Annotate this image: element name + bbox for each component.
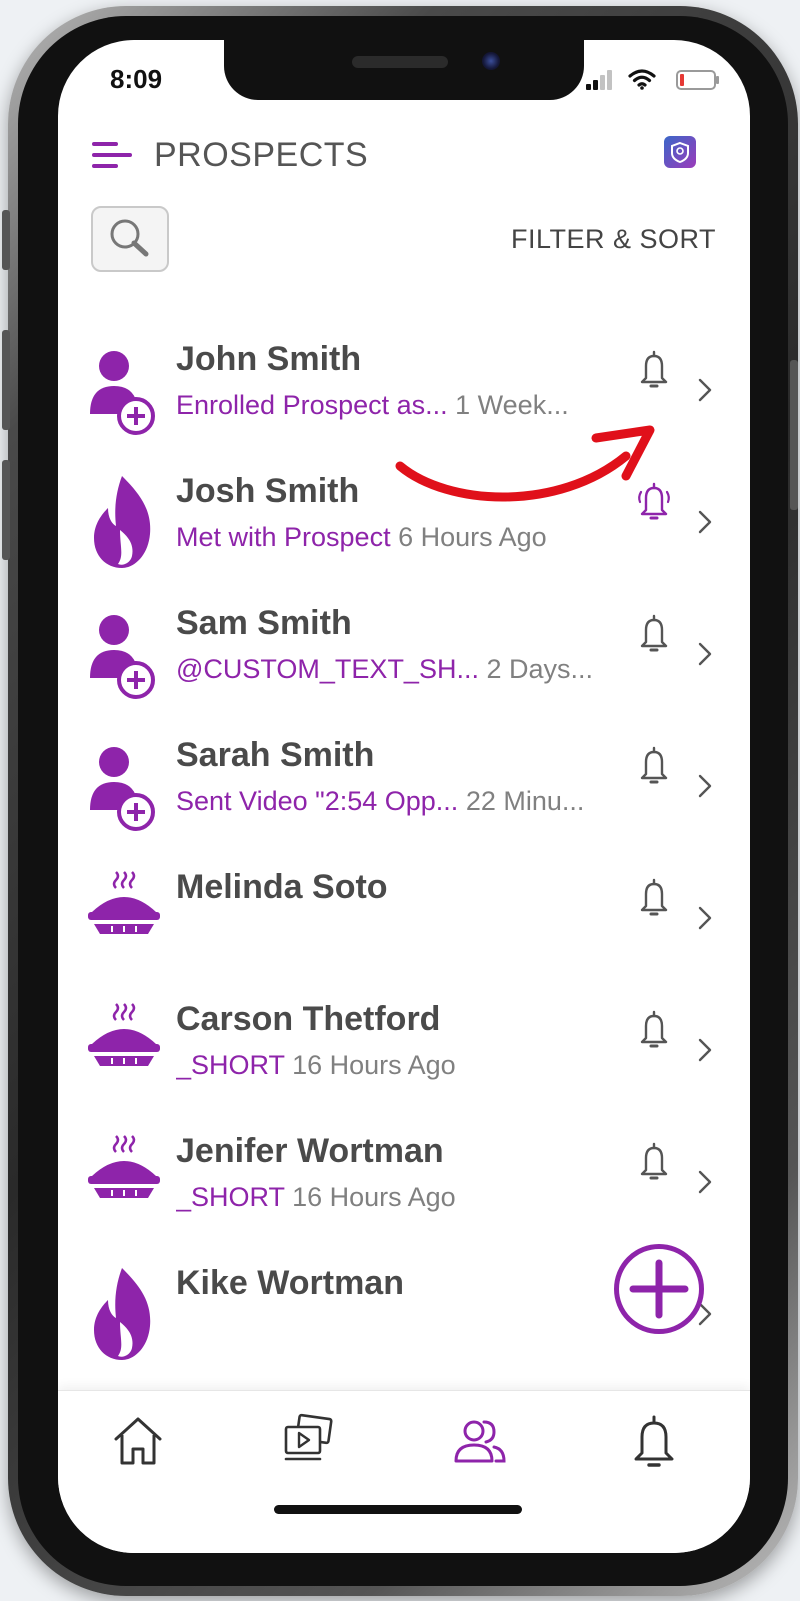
side-button (2, 330, 10, 430)
person-add-icon (86, 340, 160, 440)
chevron-right-icon (698, 906, 712, 930)
pie-icon (86, 1132, 160, 1232)
flame-icon (86, 1264, 160, 1364)
activity-text: Sent Video "2:54 Opp... (176, 786, 459, 816)
prospect-last-activity: Met with Prospect 6 Hours Ago (176, 522, 616, 553)
prospect-name: Melinda Soto (176, 868, 388, 906)
prospect-last-activity: _SHORT 16 Hours Ago (176, 1050, 616, 1081)
flame-icon (86, 472, 160, 572)
activity-text: _SHORT (176, 1182, 285, 1212)
activity-text: _SHORT (176, 1050, 285, 1080)
bell-icon (622, 1409, 686, 1478)
tab-home[interactable] (106, 1409, 170, 1473)
prospect-name: Carson Thetford (176, 1000, 441, 1038)
media-library-icon (276, 1409, 340, 1478)
front-camera (482, 52, 500, 70)
side-button (2, 460, 10, 560)
side-button (790, 360, 798, 510)
pie-icon (86, 1000, 160, 1100)
bell-icon[interactable] (634, 1008, 674, 1052)
annotation-arrow (395, 425, 655, 502)
tab-media-library[interactable] (276, 1409, 340, 1473)
prospect-name: Josh Smith (176, 472, 360, 510)
speaker (352, 56, 448, 68)
activity-text: @CUSTOM_TEXT_SH... (176, 654, 479, 684)
filter-sort-button[interactable]: FILTER & SORT (511, 224, 716, 255)
chevron-right-icon (698, 510, 712, 534)
prospect-row[interactable]: Sarah Smith Sent Video "2:54 Opp... 22 Mi… (58, 716, 750, 848)
side-button (2, 210, 10, 270)
add-prospect-button[interactable] (614, 1244, 704, 1334)
status-icons (586, 68, 719, 90)
chevron-right-icon (698, 378, 712, 402)
home-icon (106, 1409, 170, 1478)
activity-time: 16 Hours Ago (292, 1182, 456, 1212)
prospect-row[interactable]: Sam Smith @CUSTOM_TEXT_SH... 2 Days... (58, 584, 750, 716)
activity-time: 2 Days... (486, 654, 594, 684)
prospect-last-activity: @CUSTOM_TEXT_SH... 2 Days... (176, 654, 616, 685)
wifi-icon (628, 69, 656, 90)
bell-icon[interactable] (634, 348, 674, 392)
plus-icon (629, 1259, 689, 1319)
prospect-last-activity: _SHORT 16 Hours Ago (176, 1182, 616, 1213)
menu-button[interactable] (92, 138, 134, 172)
chevron-right-icon (698, 1170, 712, 1194)
prospect-last-activity: Sent Video "2:54 Opp... 22 Minu... (176, 786, 616, 817)
prospect-row[interactable]: Carson Thetford _SHORT 16 Hours Ago (58, 980, 750, 1112)
prospect-name: Sam Smith (176, 604, 352, 642)
prospect-name: Jenifer Wortman (176, 1132, 444, 1170)
person-add-icon (86, 604, 160, 704)
activity-time: 6 Hours Ago (398, 522, 547, 552)
chevron-right-icon (698, 1038, 712, 1062)
bell-icon[interactable] (634, 744, 674, 788)
tab-people[interactable] (448, 1409, 512, 1473)
person-add-icon (86, 736, 160, 836)
chevron-right-icon (698, 774, 712, 798)
prospect-name: Kike Wortman (176, 1264, 404, 1302)
bell-icon[interactable] (634, 876, 674, 920)
activity-text: Met with Prospect (176, 522, 391, 552)
pie-icon (86, 868, 160, 968)
notch (224, 40, 584, 100)
prospect-row[interactable]: Jenifer Wortman _SHORT 16 Hours Ago (58, 1112, 750, 1244)
bell-icon[interactable] (634, 612, 674, 656)
prospect-name: Sarah Smith (176, 736, 375, 774)
tab-bell[interactable] (622, 1409, 686, 1473)
cellular-signal-icon (586, 68, 614, 90)
search-button[interactable] (91, 206, 169, 272)
bottom-tab-bar (58, 1390, 750, 1553)
battery-icon (676, 70, 719, 90)
activity-time: 22 Minu... (465, 786, 585, 816)
search-icon (110, 219, 149, 257)
activity-time: 16 Hours Ago (292, 1050, 456, 1080)
prospect-name: John Smith (176, 340, 362, 378)
people-icon (448, 1409, 512, 1478)
bell-icon[interactable] (634, 1140, 674, 1184)
chevron-right-icon (698, 642, 712, 666)
app-screen: 8:09 PROSPECTS FILTER & SORT John Smith … (58, 40, 750, 1553)
prospect-row[interactable]: Melinda Soto (58, 848, 750, 980)
status-time: 8:09 (110, 64, 163, 94)
home-indicator[interactable] (274, 1505, 522, 1514)
app-badge-icon[interactable] (664, 136, 696, 168)
page-title: PROSPECTS (154, 136, 369, 174)
